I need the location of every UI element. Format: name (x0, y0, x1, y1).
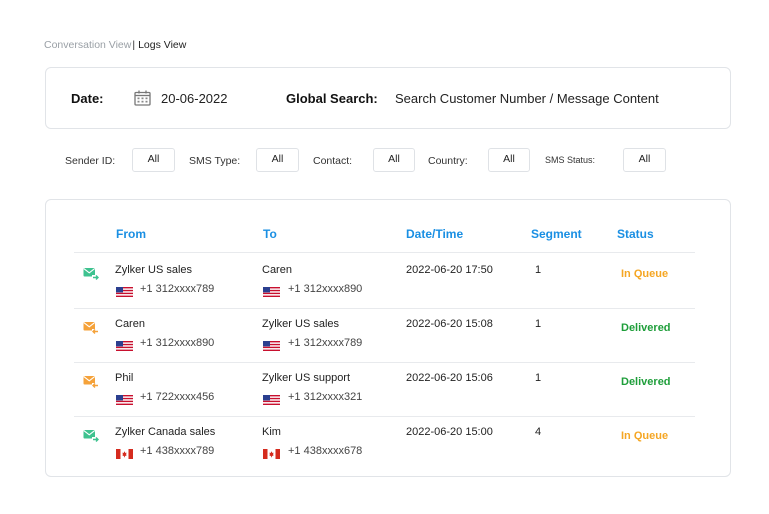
date-value[interactable]: 20-06-2022 (161, 91, 228, 106)
status-badge: In Queue (621, 268, 669, 280)
sender-id-select[interactable]: All (132, 148, 175, 172)
to-name: Caren (262, 264, 292, 276)
country-select[interactable]: All (488, 148, 530, 172)
table-row[interactable]: Zylker Canada sales +1 438xxxx789 Kim +1 43… (46, 416, 730, 470)
from-number: +1 722xxxx456 (140, 391, 215, 403)
segment-count: 1 (535, 264, 542, 276)
header-datetime[interactable]: Date/Time (406, 227, 463, 241)
us-flag-icon (116, 392, 133, 405)
message-datetime: 2022-06-20 15:08 (406, 318, 493, 330)
from-name: Phil (115, 372, 134, 384)
us-flag-icon (116, 284, 133, 297)
global-search-input[interactable]: Search Customer Number / Message Content (395, 91, 659, 106)
us-flag-icon (116, 338, 133, 351)
sender-id-label: Sender ID: (65, 155, 116, 167)
sms-type-select[interactable]: All (256, 148, 299, 172)
status-badge: Delivered (621, 376, 671, 388)
from-number: +1 312xxxx890 (140, 337, 215, 349)
table-header: From To Date/Time Segment Status (46, 200, 730, 252)
to-number: +1 312xxxx789 (288, 337, 363, 349)
us-flag-icon (263, 392, 280, 405)
from-number: +1 438xxxx789 (140, 445, 215, 457)
header-status[interactable]: Status (617, 227, 654, 241)
search-panel: Date: 20-06-2022 Global Search: Search C… (45, 67, 731, 129)
row-divider (74, 252, 695, 253)
country-label: Country: (428, 155, 468, 167)
incoming-sms-icon (83, 321, 99, 335)
header-to[interactable]: To (263, 227, 277, 241)
table-row[interactable]: Caren +1 312xxxx890 Zylker US sales +1 312x… (46, 308, 730, 362)
from-name: Caren (115, 318, 145, 330)
from-name: Zylker US sales (115, 264, 193, 276)
segment-count: 4 (535, 426, 542, 438)
incoming-sms-icon (83, 375, 99, 389)
calendar-icon[interactable] (134, 90, 151, 106)
table-row[interactable]: Zylker US sales +1 312xxxx789 Caren +1 312x… (46, 254, 730, 308)
us-flag-icon (263, 338, 280, 351)
sms-type-label: SMS Type: (189, 155, 241, 167)
breadcrumb: Conversation View| Logs View (44, 39, 186, 51)
outgoing-sms-icon (83, 267, 99, 281)
segment-count: 1 (535, 372, 542, 384)
to-number: +1 312xxxx890 (288, 283, 363, 295)
status-badge: Delivered (621, 322, 671, 334)
header-from[interactable]: From (116, 227, 146, 241)
to-number: +1 312xxxx321 (288, 391, 363, 403)
segment-count: 1 (535, 318, 542, 330)
contact-select[interactable]: All (373, 148, 415, 172)
status-badge: In Queue (621, 430, 669, 442)
breadcrumb-separator: | (132, 39, 136, 51)
us-flag-icon (263, 284, 280, 297)
logs-view-link[interactable]: Logs View (138, 39, 186, 51)
sms-status-select[interactable]: All (623, 148, 666, 172)
message-datetime: 2022-06-20 15:06 (406, 372, 493, 384)
outgoing-sms-icon (83, 429, 99, 443)
to-name: Zylker US support (262, 372, 351, 384)
message-datetime: 2022-06-20 17:50 (406, 264, 493, 276)
global-search-label: Global Search: (286, 91, 378, 106)
sms-status-label: SMS Status: (545, 155, 596, 165)
date-label: Date: (71, 91, 104, 106)
header-segment[interactable]: Segment (531, 227, 582, 241)
table-row[interactable]: Phil +1 722xxxx456 Zylker US support +1 312… (46, 362, 730, 416)
ca-flag-icon (263, 446, 280, 459)
from-number: +1 312xxxx789 (140, 283, 215, 295)
ca-flag-icon (116, 446, 133, 459)
to-name: Kim (262, 426, 281, 438)
to-name: Zylker US sales (262, 318, 340, 330)
conversation-view-link[interactable]: Conversation View (44, 39, 131, 51)
logs-table: From To Date/Time Segment Status Zylker … (45, 199, 731, 477)
message-datetime: 2022-06-20 15:00 (406, 426, 493, 438)
filter-bar: Sender ID: All SMS Type: All Contact: Al… (0, 148, 769, 174)
to-number: +1 438xxxx678 (288, 445, 363, 457)
from-name: Zylker Canada sales (115, 426, 216, 438)
contact-label: Contact: (313, 155, 353, 167)
